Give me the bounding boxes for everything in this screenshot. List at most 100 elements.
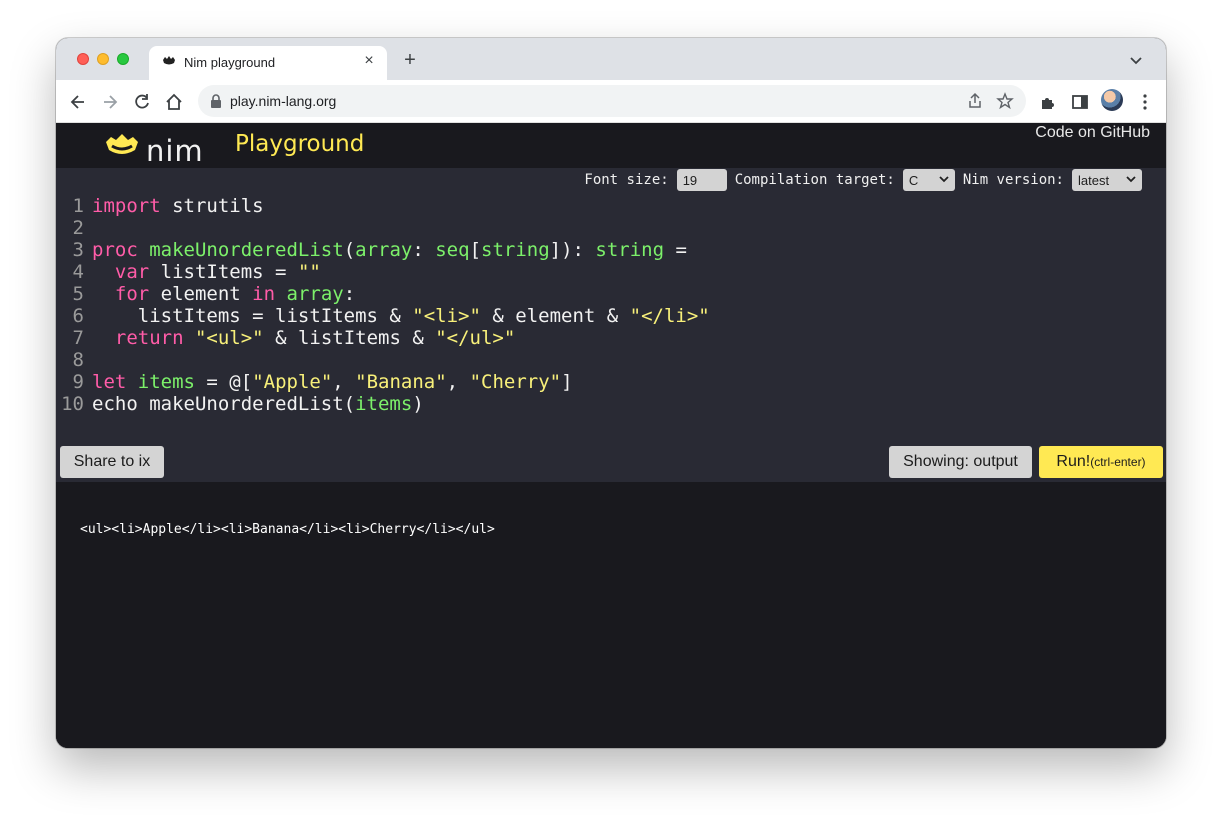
code-token: array	[286, 283, 344, 305]
star-icon[interactable]	[996, 92, 1014, 110]
chevron-down-icon	[939, 176, 949, 183]
code-text[interactable]: var listItems = ""	[92, 261, 321, 283]
code-token: :	[412, 239, 436, 261]
code-line[interactable]: 2	[56, 217, 1166, 239]
code-token: = @[	[194, 371, 253, 393]
forward-icon[interactable]	[100, 92, 120, 112]
code-editor[interactable]: Font size: 19 Compilation target: C Nim …	[56, 168, 1166, 440]
nim-crown-icon	[106, 134, 138, 154]
code-token: listItems =	[149, 261, 298, 283]
tab-close-icon[interactable]: ×	[361, 53, 377, 69]
code-token: ,	[332, 371, 356, 393]
code-line[interactable]: 4 var listItems = ""	[56, 261, 1166, 283]
code-line[interactable]: 5 for element in array:	[56, 283, 1166, 305]
minimize-window-button[interactable]	[97, 53, 109, 65]
code-line[interactable]: 6 listItems = listItems & "<li>" & eleme…	[56, 305, 1166, 327]
share-icon[interactable]	[966, 92, 984, 110]
code-token: [	[469, 239, 482, 261]
url-text[interactable]: play.nim-lang.org	[230, 93, 336, 109]
code-token: strutils	[160, 195, 264, 217]
code-text[interactable]: let items = @["Apple", "Banana", "Cherry…	[92, 371, 573, 393]
code-token: string	[481, 239, 550, 261]
code-token: proc	[92, 239, 138, 261]
close-window-button[interactable]	[77, 53, 89, 65]
line-number: 9	[72, 371, 84, 393]
line-number: 1	[72, 195, 84, 217]
code-token: echo makeUnorderedList(	[92, 393, 356, 415]
back-icon[interactable]	[68, 92, 88, 112]
sidepanel-icon[interactable]	[1070, 92, 1090, 112]
code-line[interactable]: 10 echo makeUnorderedList(items)	[56, 393, 1166, 415]
line-number: 2	[72, 217, 84, 239]
line-number: 5	[72, 283, 84, 305]
code-token: "</ul>"	[435, 327, 516, 349]
code-line[interactable]: 9 let items = @["Apple", "Banana", "Cherr…	[56, 371, 1166, 393]
line-number: 3	[72, 239, 84, 261]
code-token: "<li>"	[412, 305, 481, 327]
page-content: nim Playground Code on GitHub Font size:…	[56, 123, 1166, 748]
code-token: seq	[435, 239, 470, 261]
code-token: & element &	[480, 305, 630, 327]
code-token: "<ul>"	[194, 327, 264, 349]
nim-favicon-icon	[163, 56, 175, 65]
code-token: "Apple"	[252, 371, 333, 393]
code-text[interactable]: return "<ul>" & listItems & "</ul>"	[92, 327, 515, 349]
code-line[interactable]: 7 return "<ul>" & listItems & "</ul>"	[56, 327, 1166, 349]
tab-title: Nim playground	[184, 55, 276, 70]
run-label: Run!	[1056, 453, 1091, 470]
page-title: Playground	[235, 131, 365, 157]
code-token: (	[343, 239, 356, 261]
nim-logo[interactable]: nim	[104, 131, 203, 168]
code-token: var	[114, 261, 150, 283]
code-line[interactable]: 8	[56, 349, 1166, 371]
code-token: & listItems &	[263, 327, 436, 349]
address-bar[interactable]: play.nim-lang.org	[198, 85, 1026, 117]
reload-icon[interactable]	[132, 92, 152, 112]
line-number: 8	[72, 349, 84, 371]
version-label: Nim version:	[962, 172, 1064, 188]
output-panel: <ul><li>Apple</li><li>Banana</li><li>Che…	[56, 482, 1166, 748]
target-select[interactable]: C	[902, 169, 955, 191]
action-bar: Share to ix Showing: output Run!(ctrl-en…	[56, 440, 1166, 482]
line-number: 10	[61, 393, 84, 415]
home-icon[interactable]	[164, 92, 184, 112]
code-line[interactable]: 1 import strutils	[56, 195, 1166, 217]
showing-output-button[interactable]: Showing: output	[889, 446, 1032, 478]
menu-dots-icon[interactable]	[1135, 92, 1155, 112]
github-link[interactable]: Code on GitHub	[1035, 124, 1150, 142]
tab-search-icon[interactable]	[1128, 52, 1144, 68]
version-value: latest	[1078, 173, 1110, 188]
browser-tab[interactable]: Nim playground ×	[149, 46, 387, 80]
code-text[interactable]: listItems = listItems & "<li>" & element…	[92, 305, 710, 327]
code-text[interactable]: import strutils	[92, 195, 264, 217]
profile-avatar[interactable]	[1101, 89, 1123, 111]
lock-icon[interactable]	[210, 94, 222, 108]
code-text[interactable]: echo makeUnorderedList(items)	[92, 393, 424, 415]
code-line[interactable]: 3 proc makeUnorderedList(array: seq[strin…	[56, 239, 1166, 261]
share-button[interactable]: Share to ix	[60, 446, 164, 478]
tab-strip: Nim playground × +	[56, 38, 1166, 80]
code-text[interactable]: proc makeUnorderedList(array: seq[string…	[92, 239, 687, 261]
line-number: 4	[72, 261, 84, 283]
new-tab-button[interactable]: +	[400, 50, 420, 70]
font-size-input[interactable]: 19	[676, 169, 727, 191]
browser-toolbar: play.nim-lang.org	[56, 80, 1166, 123]
code-token: items	[355, 393, 413, 415]
code-token: for	[114, 283, 150, 305]
maximize-window-button[interactable]	[117, 53, 129, 65]
target-value: C	[908, 173, 919, 188]
extensions-icon[interactable]	[1038, 92, 1058, 112]
code-text[interactable]: for element in array:	[92, 283, 355, 305]
line-number: 6	[72, 305, 84, 327]
run-shortcut-hint: (ctrl-enter)	[1090, 455, 1146, 469]
code-token: return	[114, 327, 184, 349]
version-select[interactable]: latest	[1072, 169, 1142, 191]
run-button[interactable]: Run!(ctrl-enter)	[1039, 446, 1163, 478]
code-token: listItems = listItems &	[92, 305, 413, 327]
code-area[interactable]: 1 import strutils 2 3 proc makeUnorderedList…	[56, 195, 1166, 415]
